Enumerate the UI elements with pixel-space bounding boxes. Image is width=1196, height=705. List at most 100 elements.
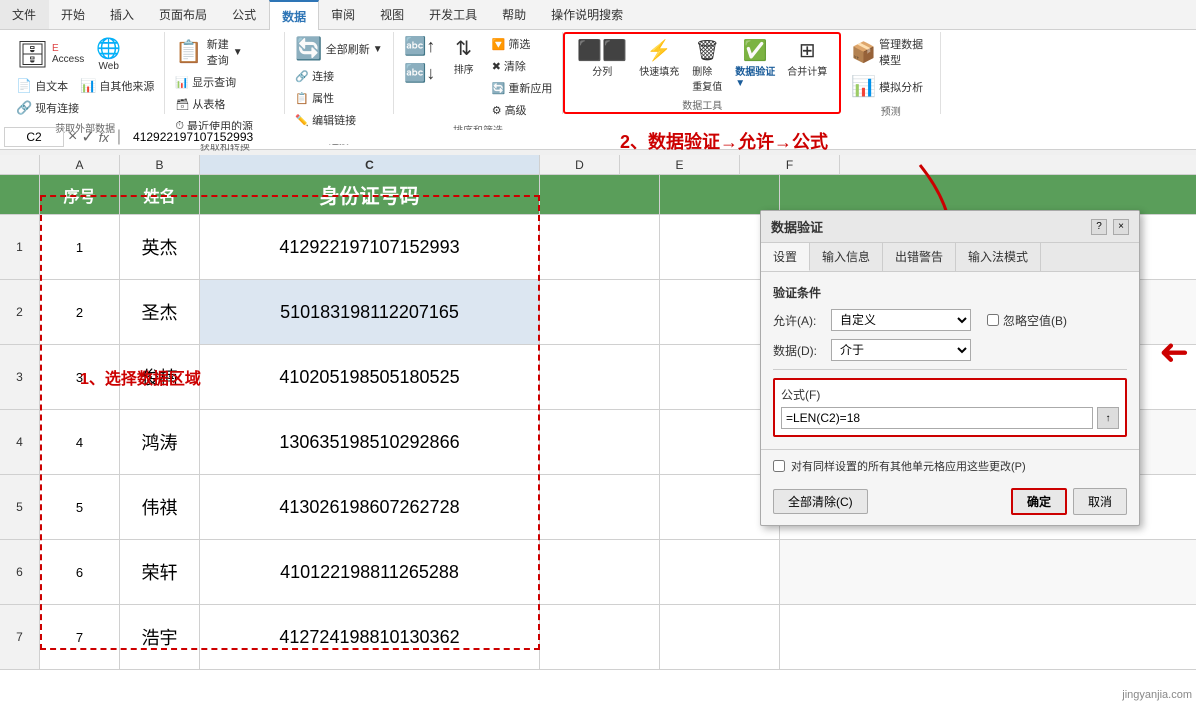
cell-c6[interactable]: 410122198811265288 — [200, 540, 540, 604]
cell-a1[interactable]: 1 — [40, 215, 120, 279]
tab-home[interactable]: 开始 — [49, 0, 98, 29]
btn-existing-connection[interactable]: 🔗 现有连接 — [12, 98, 83, 118]
btn-from-text[interactable]: 📄 自文本 — [12, 76, 72, 96]
btn-what-if[interactable]: 📊 模拟分析 — [847, 72, 927, 101]
cell-a4[interactable]: 4 — [40, 410, 120, 474]
header-cell-c[interactable]: 身份证号码 — [200, 175, 540, 214]
dialog-tab-settings[interactable]: 设置 — [761, 243, 810, 271]
btn-manage-data-model[interactable]: 📦 管理数据模型 — [847, 34, 927, 70]
cell-d3[interactable] — [540, 345, 660, 409]
tab-data[interactable]: 数据 — [269, 0, 319, 30]
cell-a3[interactable]: 3 — [40, 345, 120, 409]
cell-a6[interactable]: 6 — [40, 540, 120, 604]
btn-connections[interactable]: 🔗连接 — [291, 66, 338, 86]
cell-a5[interactable]: 5 — [40, 475, 120, 539]
btn-flash-fill[interactable]: ⚡ 快速填充 — [635, 36, 683, 80]
allow-select[interactable]: 自定义 — [831, 309, 971, 331]
cell-e7[interactable] — [660, 605, 780, 669]
tab-developer[interactable]: 开发工具 — [417, 0, 490, 29]
btn-from-other[interactable]: 📊 自其他来源 — [76, 76, 158, 96]
cell-a7[interactable]: 7 — [40, 605, 120, 669]
tab-formulas[interactable]: 公式 — [220, 0, 269, 29]
dialog-tab-input-mode[interactable]: 输入法模式 — [956, 243, 1041, 271]
btn-access[interactable]: 🗄 E Access — [12, 37, 88, 72]
header-cell-d[interactable] — [540, 175, 660, 214]
cell-b6[interactable]: 荣轩 — [120, 540, 200, 604]
cell-d1[interactable] — [540, 215, 660, 279]
btn-za-sort[interactable]: 🔤↓ — [400, 61, 440, 86]
tab-page-layout[interactable]: 页面布局 — [147, 0, 220, 29]
cell-c5[interactable]: 413026198607262728 — [200, 475, 540, 539]
fx-confirm-icon[interactable]: ✓ — [81, 127, 94, 147]
row-7: 7 7 浩宇 412724198810130362 — [0, 605, 1196, 670]
col-header-d: D — [540, 155, 620, 174]
btn-clear[interactable]: ✖清除 — [488, 56, 557, 76]
cell-d6[interactable] — [540, 540, 660, 604]
header-cell-a[interactable]: 序号 — [40, 175, 120, 214]
header-cell-b[interactable]: 姓名 — [120, 175, 200, 214]
cell-b2[interactable]: 圣杰 — [120, 280, 200, 344]
confirm-button[interactable]: 确定 — [1011, 488, 1067, 515]
cell-e6[interactable] — [660, 540, 780, 604]
btn-consolidate[interactable]: ⊞ 合并计算 — [783, 36, 831, 80]
tab-file[interactable]: 文件 — [0, 0, 49, 29]
tab-help[interactable]: 帮助 — [490, 0, 539, 29]
dialog-close-btn[interactable]: × — [1113, 219, 1129, 235]
btn-split-column[interactable]: ⬛⬛ 分列 — [573, 36, 631, 80]
tab-view[interactable]: 视图 — [368, 0, 417, 29]
tab-review[interactable]: 审阅 — [319, 0, 368, 29]
cell-d2[interactable] — [540, 280, 660, 344]
btn-edit-links[interactable]: ✏️编辑链接 — [291, 110, 360, 130]
fx-cancel-icon[interactable]: × — [68, 128, 77, 146]
cell-c2[interactable]: 510183198112207165 — [200, 280, 540, 344]
cell-c7[interactable]: 412724198810130362 — [200, 605, 540, 669]
cell-b1[interactable]: 英杰 — [120, 215, 200, 279]
tab-insert[interactable]: 插入 — [98, 0, 147, 29]
btn-from-table[interactable]: 🗃 从表格 — [171, 94, 229, 114]
btn-web[interactable]: 🌐 Web — [92, 34, 125, 74]
cell-c1[interactable]: 412922197107152993 — [200, 215, 540, 279]
filter-icon: 🔽 — [492, 38, 506, 51]
btn-az-sort[interactable]: 🔤↑ — [400, 34, 440, 59]
btn-data-validation[interactable]: ✅ 数据验证▼ — [731, 36, 779, 91]
header-cell-e[interactable] — [660, 175, 780, 214]
btn-remove-duplicates[interactable]: 🗑 删除重复值 — [687, 36, 727, 95]
btn-sort[interactable]: ⇅ 排序 — [444, 34, 484, 78]
other-icon: 📊 — [80, 78, 96, 94]
tab-search[interactable]: 操作说明搜索 — [539, 0, 636, 29]
cell-d4[interactable] — [540, 410, 660, 474]
cell-a2[interactable]: 2 — [40, 280, 120, 344]
btn-new-query[interactable]: 📋 新建查询 ▼ — [171, 34, 246, 70]
cancel-button[interactable]: 取消 — [1073, 488, 1127, 515]
dialog-question-btn[interactable]: ? — [1091, 219, 1107, 235]
cell-b4[interactable]: 鸿涛 — [120, 410, 200, 474]
formula-upload-btn[interactable]: ↑ — [1097, 407, 1119, 429]
cell-reference[interactable]: C2 — [4, 127, 64, 147]
btn-show-query[interactable]: 📊 显示查询 — [171, 72, 240, 92]
clear-all-button[interactable]: 全部清除(C) — [773, 489, 868, 514]
formula-input[interactable] — [129, 130, 1192, 144]
cell-b7[interactable]: 浩宇 — [120, 605, 200, 669]
btn-refresh-all[interactable]: 🔄 全部刷新 ▼ — [291, 34, 386, 64]
data-select[interactable]: 介于 — [831, 339, 971, 361]
cell-d7[interactable] — [540, 605, 660, 669]
cell-b3[interactable]: 俊楠 — [120, 345, 200, 409]
sort-icon: ⇅ — [455, 36, 472, 61]
cell-b5[interactable]: 伟祺 — [120, 475, 200, 539]
cell-c3[interactable]: 410205198505180525 — [200, 345, 540, 409]
btn-reapply[interactable]: 🔄重新应用 — [488, 78, 557, 98]
dialog-tab-input-message[interactable]: 输入信息 — [810, 243, 883, 271]
advanced-icon: ⚙ — [492, 104, 502, 117]
btn-properties[interactable]: 📋属性 — [291, 88, 338, 108]
btn-filter[interactable]: 🔽筛选 — [488, 34, 557, 54]
btn-advanced[interactable]: ⚙高级 — [488, 100, 557, 120]
show-query-icon: 📊 — [175, 76, 189, 89]
fx-icon[interactable]: fx — [99, 130, 109, 145]
cell-c4[interactable]: 130635198510292866 — [200, 410, 540, 474]
apply-all-checkbox[interactable] — [773, 460, 785, 472]
formula-section-title: 公式(F) — [781, 386, 1119, 403]
cell-d5[interactable] — [540, 475, 660, 539]
ignore-blank-checkbox[interactable] — [987, 314, 999, 326]
formula-field[interactable] — [781, 407, 1093, 429]
dialog-tab-error-alert[interactable]: 出错警告 — [883, 243, 956, 271]
